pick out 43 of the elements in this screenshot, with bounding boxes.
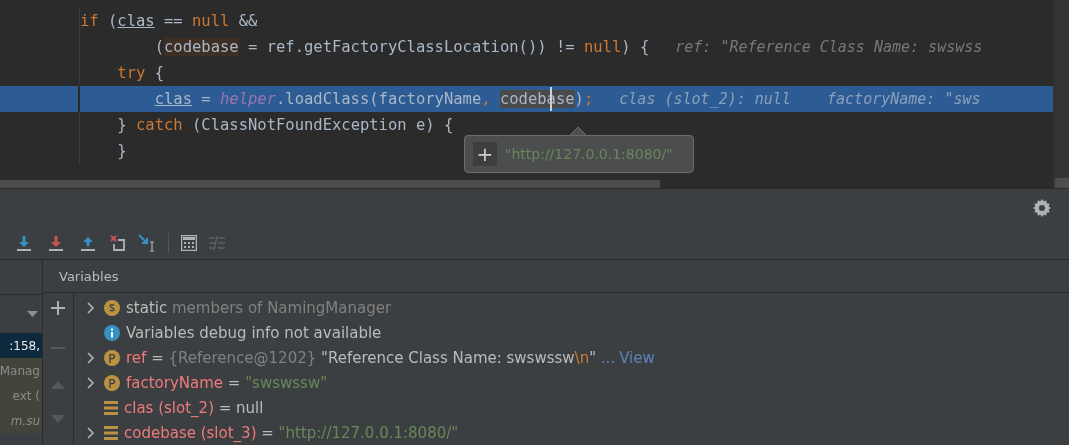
step-out-icon[interactable] [80,235,96,251]
frame-item[interactable]: m.su [0,408,42,433]
frame-item[interactable]: Manag [0,358,42,383]
drop-frame-icon[interactable] [110,235,126,251]
step-over-icon[interactable] [16,235,32,251]
info-icon [104,324,120,341]
parameter-icon [104,374,120,391]
field-icon [104,400,118,415]
variable-entry: static members of NamingManager [126,298,392,317]
code-line: try { [117,64,164,82]
view-link[interactable]: View [619,348,655,367]
parameter-icon [104,349,120,366]
scrollbar-thumb[interactable] [1055,178,1069,188]
static-icon [104,299,120,316]
add-icon[interactable] [51,301,65,315]
add-watch-button[interactable]: + [473,142,497,166]
frame-item[interactable]: :158, [0,333,42,358]
horizontal-scrollbar[interactable] [0,180,660,188]
panel-title: Variables [59,268,119,284]
code-line: if (clas == null && [80,12,258,30]
calculator-icon[interactable] [181,235,197,251]
run-to-cursor-icon[interactable] [138,234,156,252]
tooltip-value: "http://127.0.0.1:8080/" [505,146,673,162]
code-line: } catch (ClassNotFoundException e) { [117,116,454,134]
expand-chevron-icon[interactable] [87,301,95,314]
variable-entry: factoryName = "swswssw" [126,373,328,392]
variable-entry: ref = {Reference@1202} "Reference Class Name: swswssw\n" ... [126,348,616,367]
expand-chevron-icon[interactable] [87,426,95,439]
code-line: } [117,142,127,160]
variable-entry: Variables debug info not available [126,323,382,342]
expand-chevron-icon[interactable] [87,351,95,364]
force-step-icon[interactable] [48,235,64,251]
expand-chevron-icon[interactable] [87,376,95,389]
inline-value-hint: clas (slot_2): null factoryName: "sws [619,90,981,108]
variable-entry: clas (slot_2) = null [124,398,264,417]
vertical-scrollbar[interactable] [1053,0,1069,188]
dropdown-caret-icon[interactable] [27,311,38,317]
frame-item[interactable]: ext ( [0,383,42,408]
field-icon [104,425,118,440]
settings-icon[interactable] [1033,199,1051,217]
code-line: (codebase = ref.getFactoryClassLocation()) != null) { [154,38,650,56]
inline-value-hint: ref: "Reference Class Name: swswss [675,38,983,56]
variable-entry: codebase (slot_3) = "http://127.0.0.1:8080/" [124,423,459,442]
